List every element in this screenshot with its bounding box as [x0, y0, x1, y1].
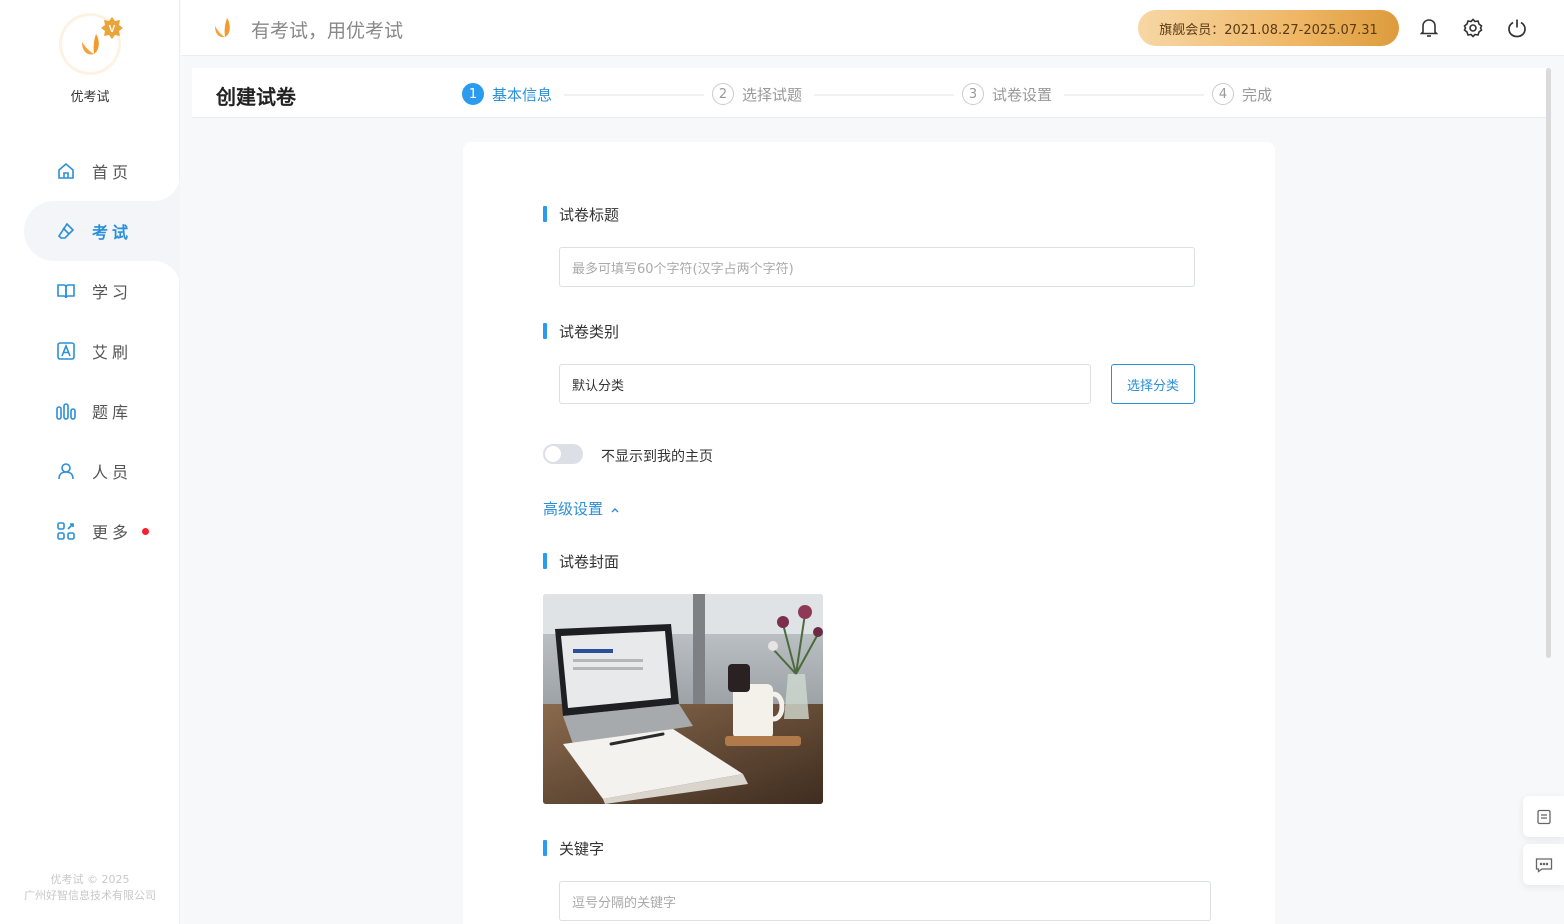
- vip-membership-badge[interactable]: 旗舰会员：2021.08.27-2025.07.31: [1138, 10, 1399, 46]
- keywords-input[interactable]: 逗号分隔的关键字: [559, 881, 1211, 921]
- sidebar-item-question-bank[interactable]: 题库: [0, 381, 180, 441]
- step-number: 2: [712, 83, 734, 105]
- paper-category-label: 试卷类别: [543, 321, 619, 342]
- sidebar-item-study[interactable]: 学习: [0, 261, 180, 321]
- sidebar-item-aishua[interactable]: 艾刷: [0, 321, 180, 381]
- gear-icon[interactable]: [1461, 16, 1485, 40]
- user-icon: [56, 461, 76, 481]
- paper-title-input[interactable]: 最多可填写60个字符(汉字占两个字符): [559, 247, 1195, 287]
- step-number: 3: [962, 83, 984, 105]
- page-header: 创建试卷 1 基本信息 2 选择试题 3 试卷设置 4 完成: [192, 68, 1546, 118]
- bell-icon[interactable]: [1417, 16, 1441, 40]
- home-icon: [56, 161, 76, 181]
- step-basic-info[interactable]: 1 基本信息: [462, 83, 552, 105]
- sidebar-item-home[interactable]: 首页: [0, 141, 180, 201]
- bars-icon: [56, 401, 76, 421]
- sidebar-item-label: 考试: [92, 223, 133, 242]
- apps-icon: [56, 521, 76, 541]
- paper-cover-image[interactable]: [543, 594, 823, 804]
- notification-dot: [142, 527, 150, 535]
- brand-mark-icon: [213, 16, 235, 44]
- create-paper-form: 试卷标题 最多可填写60个字符(汉字占两个字符) 试卷类别 默认分类 选择分类 …: [463, 142, 1275, 924]
- top-header: 有考试，用优考试 旗舰会员：2021.08.27-2025.07.31: [181, 0, 1564, 56]
- step-connector: [1064, 94, 1204, 96]
- step-connector: [814, 94, 954, 96]
- advanced-settings-link[interactable]: 高级设置: [543, 498, 620, 519]
- step-select-questions[interactable]: 2 选择试题: [712, 83, 802, 105]
- step-label: 完成: [1242, 85, 1273, 104]
- sidebar-item-people[interactable]: 人员: [0, 441, 180, 501]
- letter-a-icon: [56, 341, 76, 361]
- step-number: 1: [462, 83, 484, 105]
- step-paper-settings[interactable]: 3 试卷设置: [962, 83, 1052, 105]
- eraser-icon: [56, 221, 76, 241]
- advanced-settings-label: 高级设置: [543, 500, 604, 518]
- sidebar-item-more[interactable]: 更多: [0, 501, 180, 561]
- step-label: 基本信息: [492, 85, 553, 104]
- step-done[interactable]: 4 完成: [1212, 83, 1272, 105]
- chevron-up-icon: [611, 508, 619, 513]
- page-title: 创建试卷: [216, 85, 296, 109]
- toggle-knob: [545, 446, 561, 462]
- step-connector: [564, 94, 704, 96]
- company-name: 广州好智信息技术有限公司: [24, 889, 156, 902]
- document-icon[interactable]: [1523, 796, 1564, 837]
- paper-title-label: 试卷标题: [543, 204, 619, 225]
- step-number: 4: [1212, 83, 1234, 105]
- sidebar-item-label: 人员: [92, 463, 133, 482]
- sidebar-item-exam[interactable]: 考试: [24, 175, 180, 287]
- power-icon[interactable]: [1505, 16, 1529, 40]
- brand-name: 优考试: [70, 90, 110, 105]
- book-icon: [56, 281, 76, 301]
- copyright: 优考试 © 2025: [50, 873, 130, 886]
- sidebar-item-label: 题库: [92, 403, 133, 422]
- keywords-label: 关键字: [543, 838, 604, 859]
- chat-icon[interactable]: [1523, 844, 1564, 885]
- paper-cover-label: 试卷封面: [543, 551, 619, 572]
- sidebar-item-label: 更多: [92, 523, 133, 542]
- sidebar-footer: 优考试 © 2025 广州好智信息技术有限公司: [0, 872, 180, 904]
- vip-crown-icon: V: [100, 16, 124, 40]
- paper-category-field[interactable]: 默认分类: [559, 364, 1091, 404]
- sidebar-item-label: 首页: [92, 163, 133, 182]
- sidebar-item-label: 艾刷: [92, 343, 133, 362]
- slogan: 有考试，用优考试: [251, 20, 404, 42]
- sidebar-item-label: 学习: [92, 283, 133, 302]
- hide-from-homepage-toggle[interactable]: [543, 444, 583, 464]
- page-scrollbar[interactable]: [1546, 68, 1551, 658]
- step-label: 选择试题: [742, 85, 803, 104]
- step-label: 试卷设置: [992, 85, 1053, 104]
- hide-from-homepage-label: 不显示到我的主页: [601, 449, 713, 465]
- sidebar-nav: 首页 考试 学习 艾刷 题库 人员 更多: [0, 141, 180, 561]
- svg-text:V: V: [109, 24, 116, 35]
- select-category-button[interactable]: 选择分类: [1111, 364, 1195, 404]
- sidebar: V 优考试 首页 考试 学习 艾刷 题库 人员 更多 优考试 © 2025 广州…: [0, 0, 180, 924]
